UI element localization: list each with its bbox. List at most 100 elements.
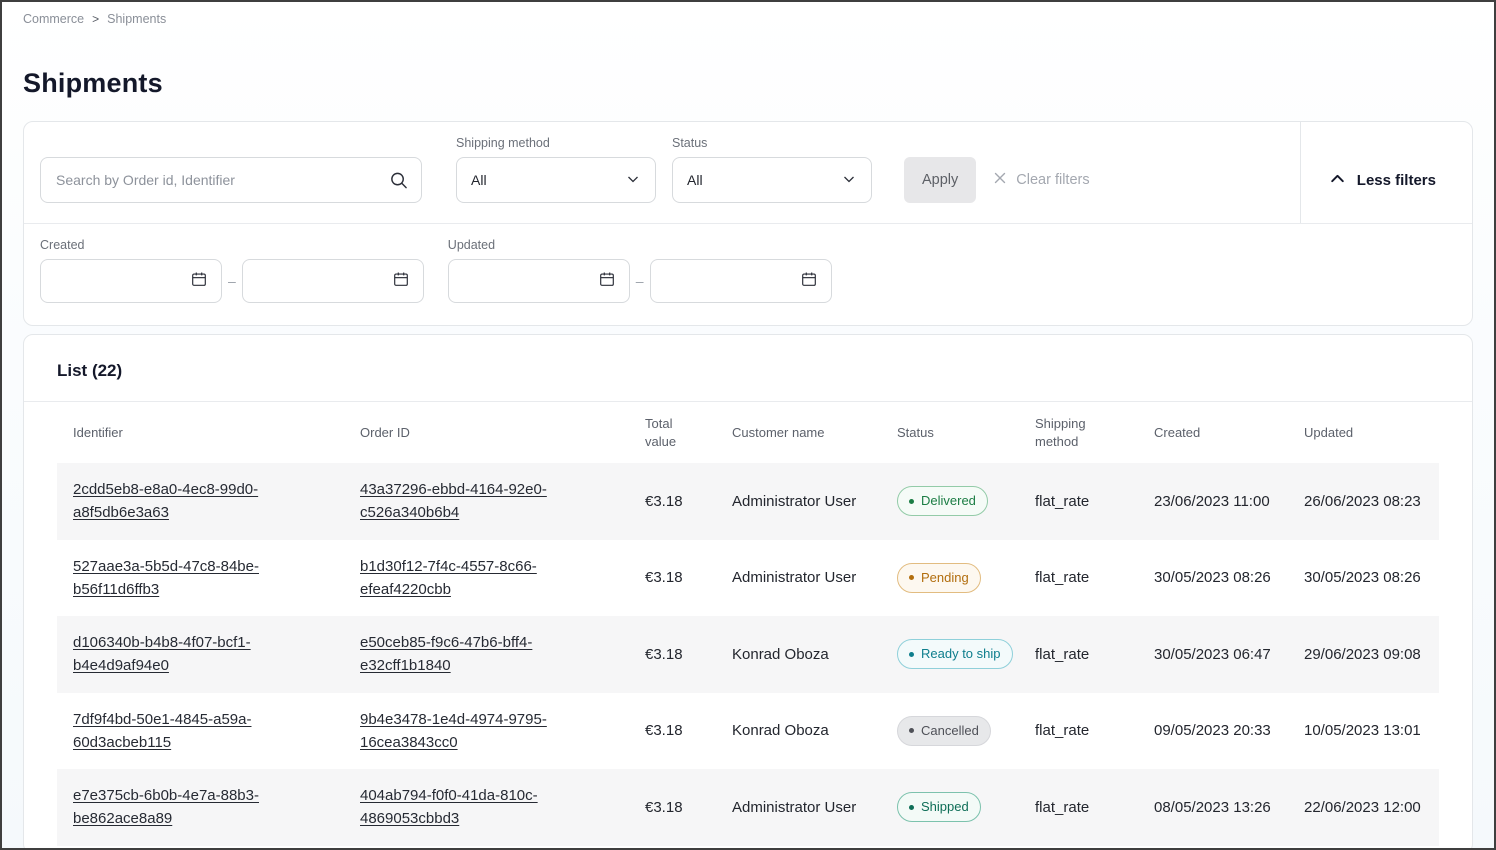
- chevron-down-icon: [625, 171, 641, 190]
- close-icon: [992, 170, 1008, 190]
- total-value-cell: €3.18: [629, 693, 716, 770]
- status-badge: Shipped: [897, 792, 981, 822]
- table-header-total-value[interactable]: Total value: [629, 402, 716, 463]
- apply-button[interactable]: Apply: [904, 157, 976, 203]
- table-row: 527aae3a-5b5d-47c8-84be-b56f11d6ffb3 b1d…: [57, 540, 1439, 617]
- total-value-cell: €3.18: [629, 769, 716, 846]
- filters-panel: Shipping method All Status All: [23, 121, 1473, 326]
- shipping-method-value: All: [471, 172, 487, 188]
- identifier-link[interactable]: 7df9f4bd-50e1-4845-a59a-60d3acbeb115: [73, 711, 251, 751]
- clear-filters-button[interactable]: Clear filters: [992, 157, 1089, 203]
- calendar-icon: [190, 270, 208, 293]
- updated-cell: 29/06/2023 09:08: [1288, 616, 1439, 693]
- status-value: All: [687, 172, 703, 188]
- list-title: List (22): [57, 361, 1439, 381]
- status-select[interactable]: All: [672, 157, 872, 203]
- status-badge: Cancelled: [897, 716, 991, 746]
- page-title: Shipments: [23, 68, 1494, 99]
- filters-row-bottom: Created –: [24, 223, 1472, 325]
- breadcrumb-commerce[interactable]: Commerce: [23, 12, 84, 26]
- customer-name-cell: Konrad Oboza: [716, 616, 881, 693]
- identifier-link[interactable]: 2cdd5eb8-e8a0-4ec8-99d0-a8f5db6e3a63: [73, 481, 258, 521]
- updated-cell: 26/06/2023 08:23: [1288, 463, 1439, 540]
- search-icon[interactable]: [389, 171, 408, 190]
- total-value-cell: €3.18: [629, 463, 716, 540]
- calendar-icon: [392, 270, 410, 293]
- less-filters-button[interactable]: Less filters: [1329, 157, 1436, 203]
- breadcrumb-shipments[interactable]: Shipments: [107, 12, 166, 26]
- shipping-method-cell: flat_rate: [1019, 693, 1138, 770]
- table-header-status[interactable]: Status: [881, 402, 1019, 463]
- clear-filters-label: Clear filters: [1016, 172, 1089, 188]
- shipping-method-cell: flat_rate: [1019, 540, 1138, 617]
- shipments-table: Identifier Order ID Total value Customer…: [57, 402, 1439, 846]
- updated-date-filter: Updated –: [448, 238, 832, 303]
- identifier-link[interactable]: e7e375cb-6b0b-4e7a-88b3-be862ace8a89: [73, 787, 259, 827]
- table-header-created[interactable]: Created: [1138, 402, 1288, 463]
- order-id-link[interactable]: 9b4e3478-1e4d-4974-9795-16cea3843cc0: [360, 711, 547, 751]
- updated-label: Updated: [448, 238, 832, 252]
- table-header-customer-name[interactable]: Customer name: [716, 402, 881, 463]
- less-filters-label: Less filters: [1357, 172, 1436, 189]
- status-badge: Ready to ship: [897, 639, 1013, 669]
- status-filter: Status All: [672, 136, 872, 203]
- created-label: Created: [40, 238, 424, 252]
- updated-from-input[interactable]: [448, 259, 630, 303]
- created-cell: 08/05/2023 13:26: [1138, 769, 1288, 846]
- shipping-method-select[interactable]: All: [456, 157, 656, 203]
- chevron-down-icon: [841, 171, 857, 190]
- date-range-dash: –: [228, 273, 236, 289]
- created-cell: 30/05/2023 06:47: [1138, 616, 1288, 693]
- created-cell: 09/05/2023 20:33: [1138, 693, 1288, 770]
- customer-name-cell: Administrator User: [716, 540, 881, 617]
- updated-cell: 30/05/2023 08:26: [1288, 540, 1439, 617]
- identifier-link[interactable]: d106340b-b4b8-4f07-bcf1-b4e4d9af94e0: [73, 634, 251, 674]
- updated-cell: 22/06/2023 12:00: [1288, 769, 1439, 846]
- list-heading-wrap: List (22): [24, 335, 1472, 402]
- customer-name-cell: Administrator User: [716, 769, 881, 846]
- customer-name-cell: Konrad Oboza: [716, 693, 881, 770]
- calendar-icon: [598, 270, 616, 293]
- order-id-link[interactable]: 43a37296-ebbd-4164-92e0-c526a340b6b4: [360, 481, 547, 521]
- table-header-identifier[interactable]: Identifier: [57, 402, 344, 463]
- shipping-method-cell: flat_rate: [1019, 463, 1138, 540]
- table-row: 2cdd5eb8-e8a0-4ec8-99d0-a8f5db6e3a63 43a…: [57, 463, 1439, 540]
- table-header-shipping-method[interactable]: Shipping method: [1019, 402, 1138, 463]
- chevron-up-icon: [1329, 170, 1346, 191]
- created-from-input[interactable]: [40, 259, 222, 303]
- created-date-filter: Created –: [40, 238, 424, 303]
- shipping-method-cell: flat_rate: [1019, 769, 1138, 846]
- created-to-input[interactable]: [242, 259, 424, 303]
- status-badge: Delivered: [897, 486, 988, 516]
- shipments-list-panel: List (22) Identifier Order ID Total valu…: [23, 334, 1473, 850]
- shipping-method-label: Shipping method: [456, 136, 656, 150]
- total-value-cell: €3.18: [629, 616, 716, 693]
- search-input[interactable]: [40, 157, 422, 203]
- date-range-dash: –: [636, 273, 644, 289]
- calendar-icon: [800, 270, 818, 293]
- status-badge: Pending: [897, 563, 981, 593]
- breadcrumb-separator: >: [92, 12, 99, 26]
- table-header-updated[interactable]: Updated: [1288, 402, 1439, 463]
- order-id-link[interactable]: b1d30f12-7f4c-4557-8c66-efeaf4220cbb: [360, 558, 537, 598]
- shipping-method-cell: flat_rate: [1019, 616, 1138, 693]
- order-id-link[interactable]: 404ab794-f0f0-41da-810c-4869053cbbd3: [360, 787, 538, 827]
- table-header-order-id[interactable]: Order ID: [344, 402, 629, 463]
- order-id-link[interactable]: e50ceb85-f9c6-47b6-bff4-e32cff1b1840: [360, 634, 532, 674]
- identifier-link[interactable]: 527aae3a-5b5d-47c8-84be-b56f11d6ffb3: [73, 558, 259, 598]
- status-label: Status: [672, 136, 872, 150]
- shipments-page: Commerce > Shipments Shipments Shipping …: [0, 0, 1496, 850]
- table-row: e7e375cb-6b0b-4e7a-88b3-be862ace8a89 404…: [57, 769, 1439, 846]
- customer-name-cell: Administrator User: [716, 463, 881, 540]
- breadcrumb: Commerce > Shipments: [2, 2, 1494, 26]
- shipping-method-filter: Shipping method All: [456, 136, 656, 203]
- table-row: d106340b-b4b8-4f07-bcf1-b4e4d9af94e0 e50…: [57, 616, 1439, 693]
- created-cell: 30/05/2023 08:26: [1138, 540, 1288, 617]
- table-header-row: Identifier Order ID Total value Customer…: [57, 402, 1439, 463]
- filters-row-top: Shipping method All Status All: [24, 122, 1472, 223]
- total-value-cell: €3.18: [629, 540, 716, 617]
- updated-to-input[interactable]: [650, 259, 832, 303]
- table-row: 7df9f4bd-50e1-4845-a59a-60d3acbeb115 9b4…: [57, 693, 1439, 770]
- filters-divider: [1300, 122, 1301, 223]
- updated-cell: 10/05/2023 13:01: [1288, 693, 1439, 770]
